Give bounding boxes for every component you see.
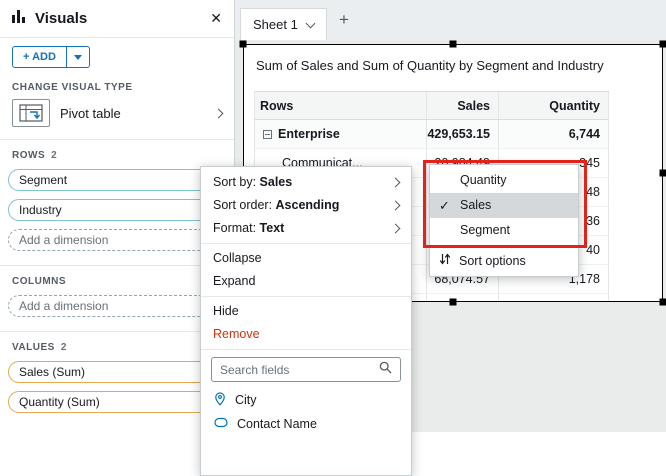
menu-item-format[interactable]: Format: Text xyxy=(201,217,411,240)
sort-option-segment[interactable]: Segment xyxy=(430,218,578,243)
resize-handle-top-left[interactable] xyxy=(240,41,247,48)
cell-sales[interactable]: 429,653.15 xyxy=(427,120,499,148)
menu-item-label: Format: xyxy=(213,221,260,235)
menu-divider xyxy=(201,349,411,350)
menu-item-value: Text xyxy=(260,221,285,235)
resize-handle-bottom-right[interactable] xyxy=(660,299,666,306)
menu-item-expand[interactable]: Expand xyxy=(201,270,411,293)
sort-option-label: Sales xyxy=(460,198,491,212)
chevron-down-icon[interactable] xyxy=(305,18,315,28)
sort-options-item[interactable]: Sort options xyxy=(430,248,578,273)
tab-sheet-1-label: Sheet 1 xyxy=(253,17,298,32)
resize-handle-top-right[interactable] xyxy=(660,41,666,48)
location-pin-icon xyxy=(214,392,226,409)
menu-divider xyxy=(430,245,578,246)
header-sales[interactable]: Sales xyxy=(427,92,499,119)
sheet-tab-bar: Sheet 1 + xyxy=(235,0,666,40)
chevron-right-icon xyxy=(391,224,401,234)
visuals-panel-header: Visuals ✕ xyxy=(0,0,234,38)
resize-handle-bottom-mid[interactable] xyxy=(450,299,457,306)
cell-sales[interactable]: 10,750.77 xyxy=(427,294,499,302)
divider xyxy=(0,265,234,266)
chevron-right-icon xyxy=(391,178,401,188)
sort-option-sales[interactable]: ✓ Sales xyxy=(430,193,578,218)
menu-item-label: Sort by: xyxy=(213,175,260,189)
panel-title: Visuals xyxy=(35,10,87,27)
visuals-icon xyxy=(12,9,27,28)
table-header-row: Rows Sales Quantity xyxy=(255,91,609,120)
menu-item-value: Ascending xyxy=(276,198,340,212)
field-option-label: Contact Name xyxy=(237,417,317,431)
close-icon[interactable]: ✕ xyxy=(210,10,222,27)
cell-quantity[interactable]: 594 xyxy=(499,294,609,302)
sort-by-submenu: Quantity ✓ Sales Segment Sort options xyxy=(429,164,579,277)
field-option-city[interactable]: City xyxy=(201,388,411,412)
search-icon xyxy=(379,361,392,379)
search-fields-box[interactable] xyxy=(211,357,401,382)
sort-options-label: Sort options xyxy=(459,254,526,268)
pivot-table-icon xyxy=(12,99,50,127)
sort-option-quantity[interactable]: Quantity xyxy=(430,168,578,193)
row-label: Enterprise xyxy=(278,127,340,141)
add-button-label[interactable]: + ADD xyxy=(13,47,66,67)
values-section-label: VALUES xyxy=(12,342,55,353)
header-rows[interactable]: Rows xyxy=(255,92,427,119)
collapse-row-icon[interactable] xyxy=(263,130,272,139)
divider xyxy=(0,139,234,140)
change-visual-type-label: CHANGE VISUAL TYPE xyxy=(12,82,222,93)
menu-divider xyxy=(201,243,411,244)
chevron-right-icon xyxy=(214,108,224,118)
divider xyxy=(0,331,234,332)
field-pill-industry[interactable]: Industry xyxy=(8,199,226,221)
menu-item-value: Sales xyxy=(260,175,293,189)
add-sheet-button[interactable]: + xyxy=(339,10,349,30)
add-dropdown-button[interactable] xyxy=(66,47,89,67)
menu-item-sort-order[interactable]: Sort order: Ascending xyxy=(201,194,411,217)
header-quantity[interactable]: Quantity xyxy=(499,92,609,119)
menu-item-hide[interactable]: Hide xyxy=(201,300,411,323)
field-option-contact-name[interactable]: Contact Name xyxy=(201,412,411,436)
tab-sheet-1[interactable]: Sheet 1 xyxy=(240,8,327,40)
rows-section-label: ROWS xyxy=(12,150,45,161)
columns-section-label: COLUMNS xyxy=(12,276,222,287)
menu-item-label: Sort order: xyxy=(213,198,276,212)
add-button[interactable]: + ADD xyxy=(12,46,90,68)
resize-handle-mid-right[interactable] xyxy=(660,170,666,177)
dimension-field-icon xyxy=(214,417,228,431)
menu-item-remove[interactable]: Remove xyxy=(201,323,411,346)
field-pill-segment[interactable]: Segment xyxy=(8,169,226,191)
field-pill-sales-sum[interactable]: Sales (Sum) xyxy=(8,361,226,383)
field-context-menu: Sort by: Sales Sort order: Ascending For… xyxy=(200,166,412,476)
field-pill-quantity-sum[interactable]: Quantity (Sum) xyxy=(8,391,226,413)
rows-count-badge: 2 xyxy=(51,150,57,161)
visual-title: Sum of Sales and Sum of Quantity by Segm… xyxy=(256,58,656,73)
menu-item-sort-by[interactable]: Sort by: Sales xyxy=(201,171,411,194)
menu-divider xyxy=(201,296,411,297)
visual-type-selector[interactable]: Pivot table xyxy=(12,99,222,127)
caret-down-icon xyxy=(74,55,82,64)
cell-quantity[interactable]: 6,744 xyxy=(499,120,609,148)
chevron-right-icon xyxy=(391,201,401,211)
sort-arrows-icon xyxy=(439,253,451,268)
menu-item-collapse[interactable]: Collapse xyxy=(201,247,411,270)
check-icon: ✓ xyxy=(439,193,450,218)
search-fields-input[interactable] xyxy=(220,363,379,377)
table-row[interactable]: Enterprise 429,653.15 6,744 xyxy=(255,120,609,149)
field-option-label: City xyxy=(235,393,257,407)
add-dimension-dropzone[interactable]: Add a dimension xyxy=(8,229,226,251)
add-dimension-dropzone-columns[interactable]: Add a dimension xyxy=(8,295,226,317)
resize-handle-top-mid[interactable] xyxy=(450,41,457,48)
visual-type-name: Pivot table xyxy=(60,106,121,121)
values-count-badge: 2 xyxy=(61,342,67,353)
